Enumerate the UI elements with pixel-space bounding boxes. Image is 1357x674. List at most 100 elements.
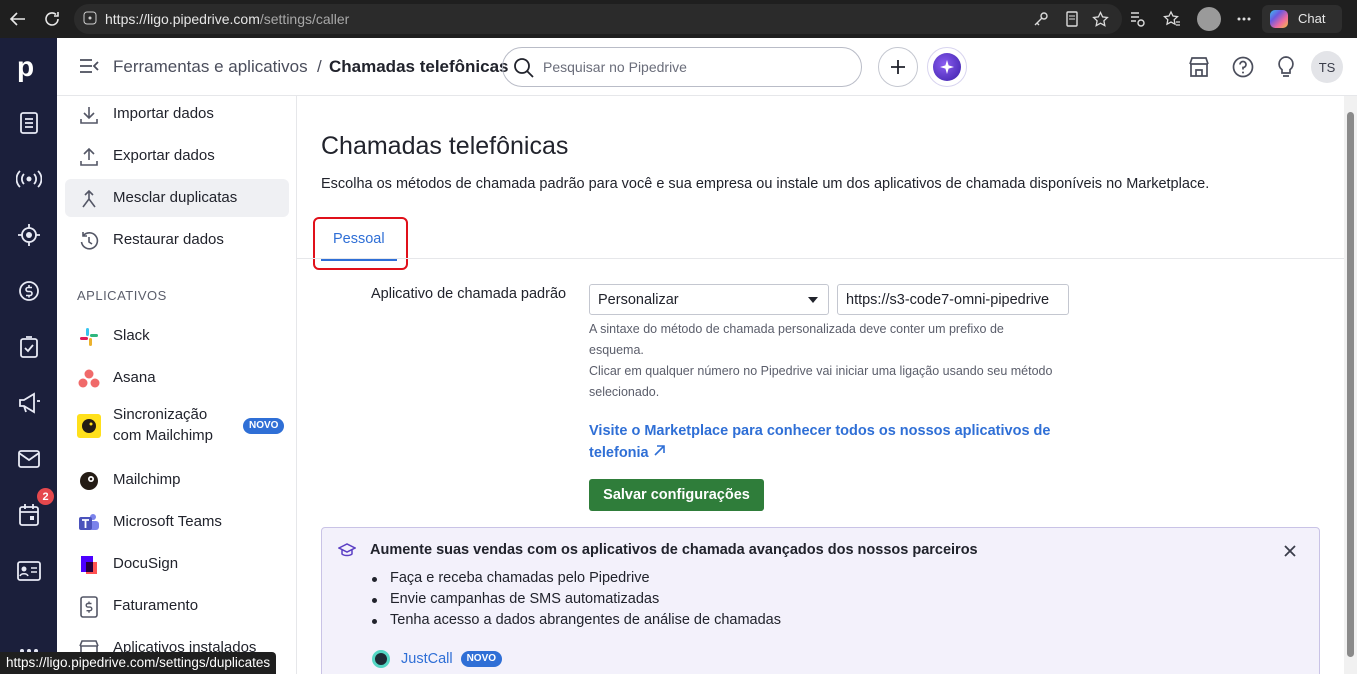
media-icon[interactable]	[1127, 9, 1147, 29]
sidebar-item-label: Microsoft Teams	[113, 513, 222, 530]
breadcrumb-separator: /	[317, 57, 322, 76]
breadcrumb-parent[interactable]: Ferramentas e aplicativos	[113, 57, 308, 77]
favorites-icon[interactable]	[1162, 9, 1182, 29]
sidebar-item-teams[interactable]: Microsoft Teams	[65, 503, 289, 541]
sidebar-item-slack[interactable]: Slack	[65, 317, 289, 355]
download-icon	[77, 103, 101, 127]
url-input-value: https://s3-code7-omni-pipedrive	[846, 292, 1050, 308]
sidebar-item-restore[interactable]: Restaurar dados	[65, 221, 289, 259]
sidebar-item-label: DocuSign	[113, 555, 179, 572]
search-placeholder: Pesquisar no Pipedrive	[543, 59, 687, 75]
broadcast-icon[interactable]	[16, 166, 42, 192]
key-icon[interactable]	[1031, 9, 1051, 29]
mail-icon[interactable]	[16, 446, 42, 472]
page-scrollbar[interactable]	[1344, 96, 1357, 674]
sidebar-item-label-line2: com Mailchimp	[113, 427, 214, 444]
merge-icon	[77, 187, 101, 211]
marketplace-link[interactable]: Visite o Marketplace para conhecer todos…	[589, 420, 1059, 464]
sparkle-icon	[933, 53, 961, 81]
upload-icon	[77, 145, 101, 169]
slack-icon	[77, 325, 101, 349]
reader-icon[interactable]	[1062, 9, 1082, 29]
leads-icon[interactable]	[16, 110, 42, 136]
mailchimp-icon	[77, 414, 101, 438]
sidebar-item-merge[interactable]: Mesclar duplicatas	[65, 179, 289, 217]
favorite-star-icon[interactable]	[1090, 9, 1110, 29]
profile-avatar-icon[interactable]	[1197, 7, 1221, 31]
new-badge: NOVO	[243, 418, 285, 434]
sidebar-item-label: Importar dados	[113, 105, 214, 122]
address-bar[interactable]: https://ligo.pipedrive.com/settings/call…	[74, 4, 1122, 34]
site-info-icon[interactable]	[83, 11, 97, 30]
campaigns-icon[interactable]	[16, 390, 42, 416]
activities-icon[interactable]	[16, 334, 42, 360]
custom-url-input[interactable]: https://s3-code7-omni-pipedrive	[837, 284, 1069, 315]
promo-bullet: Tenha acesso a dados abrangentes de anál…	[372, 612, 781, 628]
apps-section-title: APLICATIVOS	[77, 288, 167, 303]
left-nav-rail: p 2	[0, 38, 57, 674]
marketplace-icon[interactable]	[1187, 55, 1211, 79]
page-description: Escolha os métodos de chamada padrão par…	[321, 176, 1210, 192]
add-button[interactable]	[878, 47, 918, 87]
default-caller-label: Aplicativo de chamada padrão	[371, 286, 567, 302]
chat-label: Chat	[1298, 11, 1326, 26]
promo-title: Aumente suas vendas com os aplicativos d…	[370, 542, 978, 558]
top-header: Ferramentas e aplicativos / Chamadas tel…	[57, 38, 1357, 96]
new-badge: NOVO	[460, 651, 503, 667]
caret-down-icon	[808, 297, 818, 303]
url-text: https://ligo.pipedrive.com/settings/call…	[105, 11, 350, 27]
sidebar-item-export[interactable]: Exportar dados	[65, 137, 289, 175]
lightbulb-icon[interactable]	[1274, 55, 1298, 79]
caller-app-select[interactable]: Personalizar	[589, 284, 829, 315]
copilot-icon	[1270, 10, 1288, 28]
save-settings-button[interactable]: Salvar configurações	[589, 479, 764, 511]
external-link-icon	[654, 445, 665, 456]
scrollbar-thumb[interactable]	[1347, 112, 1354, 657]
justcall-app-link[interactable]: JustCall NOVO	[372, 650, 503, 668]
sidebar-item-label: Faturamento	[113, 597, 199, 614]
tab-divider	[297, 258, 1344, 259]
sidebar-item-import[interactable]: Importar dados	[65, 96, 289, 133]
docusign-icon	[77, 553, 101, 577]
sidebar-item-billing[interactable]: Faturamento	[65, 587, 289, 625]
tab-highlight-box	[313, 217, 408, 270]
sidebar-item-mailchimp[interactable]: Mailchimp	[65, 461, 289, 499]
calendar-icon[interactable]	[16, 502, 42, 528]
user-avatar[interactable]: TS	[1311, 51, 1343, 83]
plus-icon	[891, 60, 905, 74]
sidebar-item-asana[interactable]: Asana	[65, 359, 289, 397]
page-title: Chamadas telefônicas	[321, 132, 569, 160]
sidebar-item-label: Restaurar dados	[113, 231, 224, 248]
pipedrive-logo[interactable]: p	[17, 53, 34, 81]
ai-assistant-button[interactable]	[927, 47, 967, 87]
teams-icon	[77, 511, 101, 535]
sidebar-item-label: Exportar dados	[113, 147, 215, 164]
mailchimp-bw-icon	[77, 469, 101, 493]
promo-bullet: Envie campanhas de SMS automatizadas	[371, 591, 660, 607]
sidebar-item-label: Slack	[113, 327, 150, 344]
target-icon[interactable]	[16, 222, 42, 248]
menu-collapse-icon[interactable]	[79, 58, 99, 79]
hint-text: selecionado.	[589, 385, 660, 399]
copilot-chat-button[interactable]: Chat	[1262, 5, 1342, 33]
more-menu-icon[interactable]	[1234, 9, 1254, 29]
main-content: Chamadas telefônicas Escolha os métodos …	[297, 96, 1344, 674]
partners-promo-banner: Aumente suas vendas com os aplicativos d…	[321, 527, 1320, 674]
help-icon[interactable]	[1231, 55, 1255, 79]
calendar-badge: 2	[37, 488, 54, 505]
sidebar-item-label: Mailchimp	[113, 471, 181, 488]
hint-text: A sintaxe do método de chamada personali…	[589, 322, 1004, 336]
close-icon[interactable]	[1281, 542, 1299, 560]
reload-icon[interactable]	[42, 9, 62, 29]
sidebar-item-docusign[interactable]: DocuSign	[65, 545, 289, 583]
billing-icon	[77, 595, 101, 619]
contacts-icon[interactable]	[16, 558, 42, 584]
sidebar-item-mailchimp-sync[interactable]: Sincronização com Mailchimp NOVO	[65, 401, 289, 451]
sidebar-item-label: Mesclar duplicatas	[113, 189, 238, 206]
settings-sidebar: Importar dados Exportar dados Mesclar du…	[57, 96, 297, 674]
sidebar-item-label: Sincronização	[113, 406, 208, 423]
back-icon[interactable]	[8, 9, 28, 29]
status-bar-url: https://ligo.pipedrive.com/settings/dupl…	[0, 652, 277, 674]
deals-icon[interactable]	[16, 278, 42, 304]
search-input[interactable]: Pesquisar no Pipedrive	[502, 47, 862, 87]
